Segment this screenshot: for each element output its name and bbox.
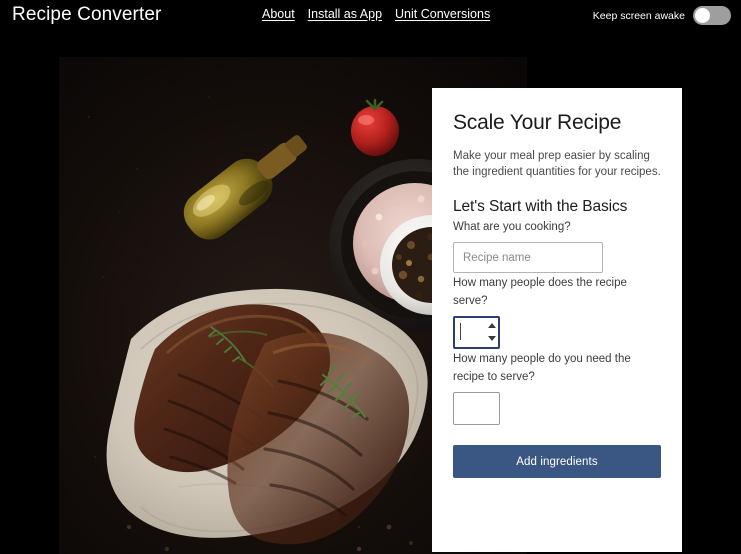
card-title: Scale Your Recipe [453,111,622,134]
keep-screen-awake-control: Keep screen awake [593,6,731,25]
nav-link-unit-conversions[interactable]: Unit Conversions [395,7,490,21]
serves-target-input[interactable] [453,392,500,425]
serves-current-label: How many people does the recipe serve? [453,277,627,307]
app-title: Recipe Converter [12,4,162,25]
recipe-name-label: What are you cooking? [453,221,571,233]
serves-target-label: How many people do you need the recipe t… [453,353,631,383]
nav-link-about[interactable]: About [262,7,295,21]
card-description: Make your meal prep easier by scaling th… [453,150,661,178]
page-body: Scale Your Recipe Make your meal prep ea… [0,31,741,554]
serves-current-field [453,316,500,349]
main-nav: About Install as App Unit Conversions [262,7,490,21]
section-title-basics: Let's Start with the Basics [453,198,628,215]
toggle-knob-icon [695,8,710,23]
nav-link-install-as-app[interactable]: Install as App [308,7,382,21]
stepper-down-icon[interactable] [487,336,496,341]
add-ingredients-button[interactable]: Add ingredients [453,445,661,478]
serves-current-stepper[interactable] [487,323,496,341]
keep-screen-awake-toggle[interactable] [693,6,731,25]
app-header: Recipe Converter About Install as App Un… [0,0,741,31]
scale-recipe-card: Scale Your Recipe Make your meal prep ea… [432,88,682,552]
serves-target-field [453,392,500,425]
text-caret-icon [460,323,461,340]
keep-screen-awake-label: Keep screen awake [592,9,685,22]
recipe-name-input[interactable] [453,242,603,273]
stepper-up-icon[interactable] [487,323,496,328]
